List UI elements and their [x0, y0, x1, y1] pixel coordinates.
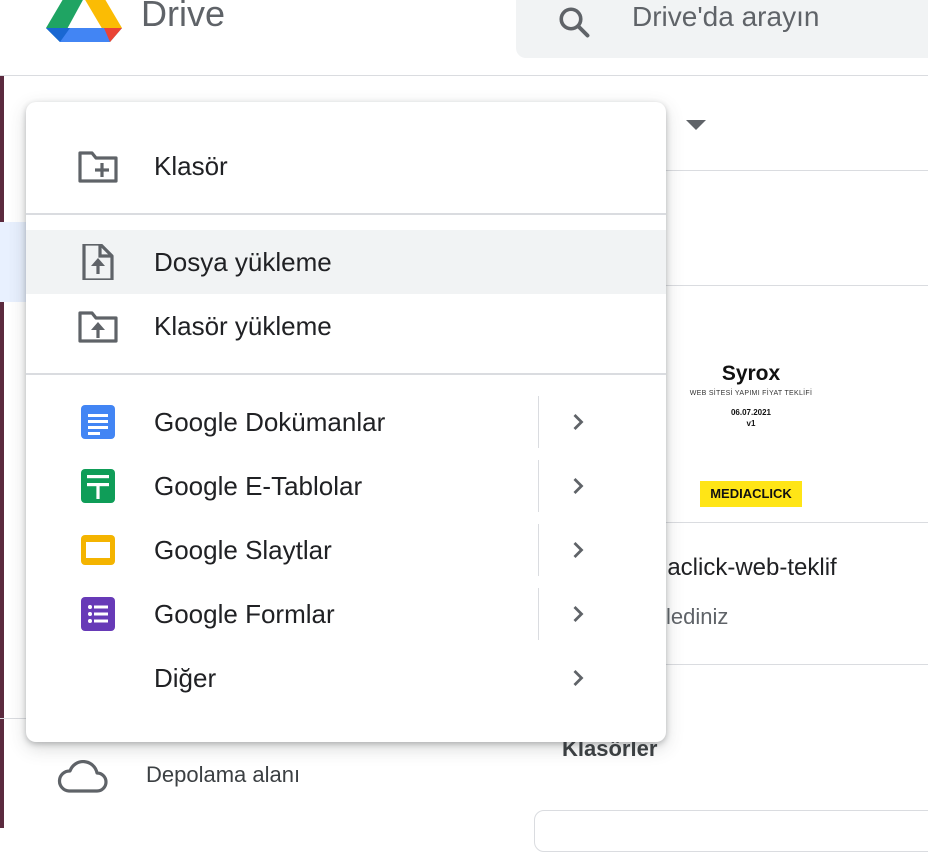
preview-version: v1: [746, 419, 756, 428]
file-upload-icon: [82, 244, 114, 280]
menu-item-more[interactable]: Diğer: [26, 646, 666, 710]
menu-item-label: Google Formlar: [154, 599, 335, 629]
docs-icon: [81, 405, 115, 439]
file-preview: Syrox WEB SİTESİ YAPIMI FİYAT TEKLİFİ 06…: [666, 286, 928, 522]
file-card[interactable]: Syrox WEB SİTESİ YAPIMI FİYAT TEKLİFİ 06…: [666, 286, 928, 522]
sort-dropdown-icon[interactable]: [686, 120, 706, 130]
cloud-icon: [57, 760, 108, 793]
menu-item-google-sheets[interactable]: Google E-Tablolar: [26, 454, 666, 518]
sheets-icon: [81, 469, 115, 503]
chevron-right-icon[interactable]: [564, 600, 592, 628]
chevron-right-icon[interactable]: [564, 536, 592, 564]
chevron-right-icon[interactable]: [564, 408, 592, 436]
slides-icon: [81, 535, 115, 565]
file-name[interactable]: iaclick-web-teklif: [662, 554, 837, 582]
sidebar-item-storage[interactable]: Depolama alanı: [52, 752, 352, 800]
menu-item-google-forms[interactable]: Google Formlar: [26, 582, 666, 646]
separator: [538, 396, 539, 448]
separator: [538, 588, 539, 640]
window-edge: [0, 0, 4, 828]
new-item-menu: Klasör Dosya yükleme Klasör yükleme Goog…: [26, 102, 666, 742]
menu-item-label: Klasör yükleme: [154, 311, 332, 341]
storage-label: Depolama alanı: [146, 762, 301, 787]
menu-item-google-docs[interactable]: Google Dokümanlar: [26, 390, 666, 454]
menu-item-label: Google Dokümanlar: [154, 407, 386, 437]
chevron-right-icon[interactable]: [564, 664, 592, 692]
file-meta: lediniz: [666, 604, 729, 629]
menu-item-label: Diğer: [154, 663, 217, 693]
preview-subtitle: WEB SİTESİ YAPIMI FİYAT TEKLİFİ: [689, 390, 813, 397]
menu-item-upload-folder[interactable]: Klasör yükleme: [26, 294, 666, 358]
preview-brand-logo: MEDIACLICK: [700, 481, 802, 507]
search-bar[interactable]: [516, 0, 928, 58]
divider: [666, 664, 928, 665]
header: Drive: [0, 0, 928, 76]
menu-item-google-slides[interactable]: Google Slaytlar: [26, 518, 666, 582]
new-folder-icon: [78, 151, 118, 183]
menu-item-upload-file[interactable]: Dosya yükleme: [26, 230, 666, 294]
separator: [538, 460, 539, 512]
search-input[interactable]: [630, 0, 928, 38]
preview-date: 06.07.2021: [730, 408, 772, 417]
drive-logo-icon: [46, 0, 122, 42]
forms-icon: [81, 597, 115, 631]
menu-divider: [26, 213, 666, 215]
sidebar-active-item[interactable]: [0, 222, 26, 302]
menu-item-label: Klasör: [154, 151, 228, 181]
folder-upload-icon: [78, 311, 118, 343]
divider: [666, 522, 928, 523]
preview-title: Syrox: [721, 362, 781, 385]
menu-item-folder[interactable]: Klasör: [26, 134, 666, 198]
folder-card[interactable]: [534, 810, 928, 852]
separator: [538, 524, 539, 576]
menu-item-label: Google E-Tablolar: [154, 471, 363, 501]
chevron-right-icon[interactable]: [564, 472, 592, 500]
menu-divider: [26, 373, 666, 375]
divider: [666, 170, 928, 171]
app-title: Drive: [141, 0, 226, 34]
menu-item-label: Dosya yükleme: [154, 247, 332, 277]
menu-item-label: Google Slaytlar: [154, 535, 332, 565]
search-icon[interactable]: [556, 4, 592, 40]
